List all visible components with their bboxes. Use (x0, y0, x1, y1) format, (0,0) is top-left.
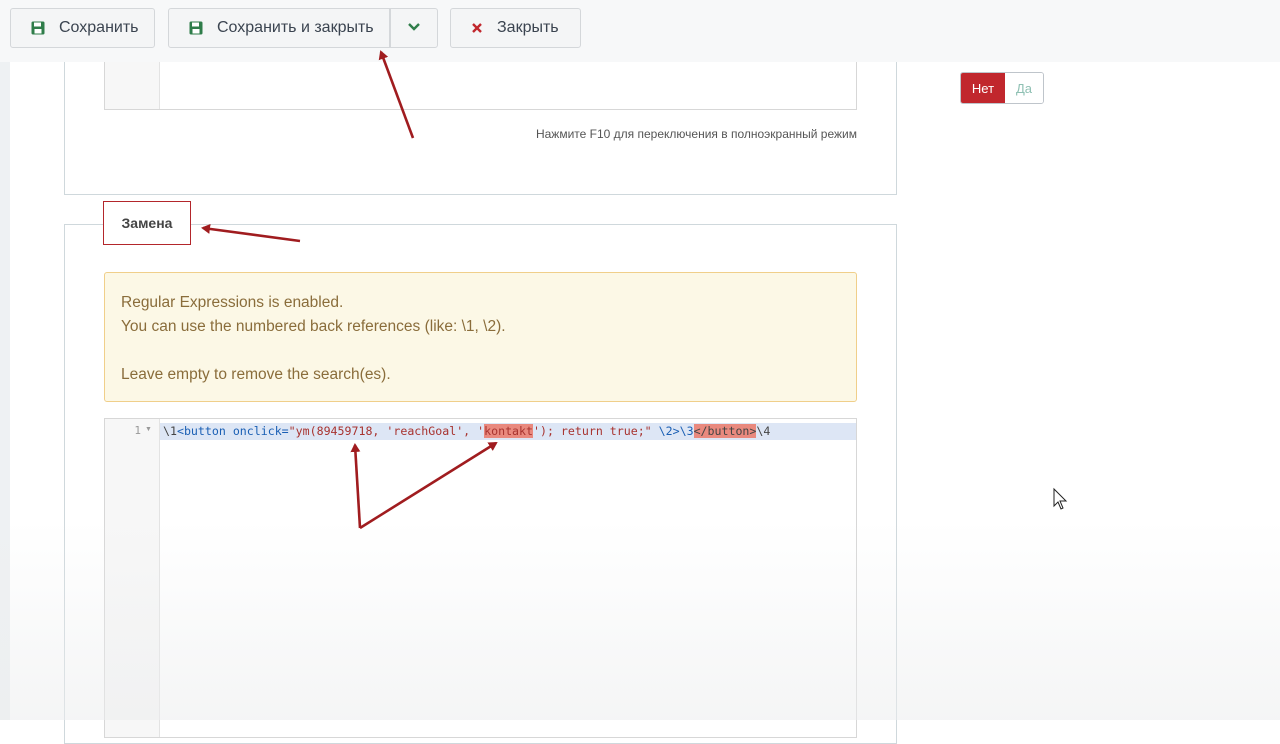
save-icon (31, 21, 45, 35)
code-token: \4 (756, 424, 771, 438)
line-gutter: 1 ▼ (105, 419, 160, 737)
code-token-attr: onclick= (225, 424, 289, 438)
toolbar: Сохранить Сохранить и закрыть Закрыть (0, 0, 1280, 62)
code-token-string: '); return true;" (533, 424, 652, 438)
alert-line: You can use the numbered back references… (121, 318, 506, 335)
save-options-dropdown-button[interactable] (390, 8, 438, 48)
fold-arrow-icon[interactable]: ▼ (145, 426, 152, 433)
alert-line: Regular Expressions is enabled. (121, 294, 344, 311)
fullscreen-hint: Нажмите F10 для переключения в полноэкра… (535, 127, 857, 141)
save-label: Сохранить (59, 19, 139, 36)
alert-line: Leave empty to remove the search(es). (121, 366, 391, 383)
close-label: Закрыть (497, 19, 559, 36)
close-icon (471, 22, 483, 34)
left-sidebar-strip (0, 0, 10, 720)
save-and-close-label: Сохранить и закрыть (217, 19, 374, 36)
code-token-close-tag: </button> (693, 424, 757, 438)
code-token-highlighted: kontakt (484, 424, 533, 438)
save-icon (189, 21, 203, 35)
save-and-close-button[interactable]: Сохранить и закрыть (168, 8, 390, 48)
mouse-cursor-icon (1053, 487, 1068, 510)
chevron-down-icon (407, 19, 421, 37)
code-token-tag: <button (176, 424, 226, 438)
code-token: \1 (163, 424, 177, 438)
code-token-string: "ym(89459718, 'reachGoal', ' (288, 424, 485, 438)
replace-legend: Замена (103, 201, 191, 245)
line-number: 1 (134, 424, 141, 437)
close-button[interactable]: Закрыть (450, 8, 581, 48)
replace-code-editor[interactable]: 1 ▼ \1<button onclick="ym(89459718, 'rea… (104, 418, 857, 738)
code-line[interactable]: \1<button onclick="ym(89459718, 'reachGo… (163, 424, 770, 438)
toggle-option-no[interactable]: Нет (961, 73, 1005, 103)
regex-info-alert: Regular Expressions is enabled. You can … (104, 272, 857, 402)
yes-no-toggle[interactable]: Нет Да (960, 72, 1044, 104)
save-button[interactable]: Сохранить (10, 8, 155, 48)
toggle-option-yes[interactable]: Да (1005, 73, 1043, 103)
code-token: \2>\3 (651, 424, 694, 438)
